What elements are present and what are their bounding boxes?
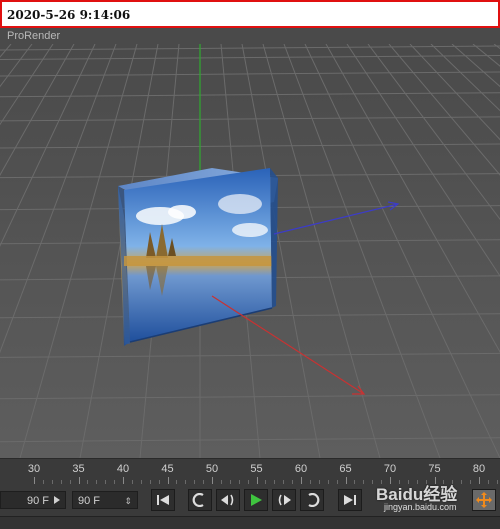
timeline-tick — [123, 477, 124, 484]
watermark-url: jingyan.baidu.com — [384, 502, 457, 512]
timeline-tick-label: 80 — [472, 463, 486, 475]
timeline-tick-label: 35 — [72, 463, 85, 475]
stepper-icon[interactable]: ⇕ — [124, 492, 132, 510]
play-icon — [251, 494, 262, 506]
viewport-scene — [0, 44, 500, 458]
timeline-tick — [167, 477, 169, 484]
timeline-tick — [34, 477, 35, 484]
prev-frame-button[interactable] — [216, 489, 240, 511]
timeline-tick — [345, 477, 347, 484]
end-frame-value: 90 F — [78, 495, 101, 507]
next-key-button[interactable] — [300, 489, 324, 511]
timeline-tick — [78, 477, 80, 484]
prev-key-icon — [192, 493, 204, 507]
timeline-tick-label: 70 — [383, 463, 397, 475]
play-button[interactable] — [244, 489, 268, 511]
timeline-tick — [212, 477, 213, 484]
last-frame-icon — [344, 495, 356, 505]
next-key-icon — [308, 493, 320, 507]
timeline-tick-label: 60 — [294, 463, 308, 475]
next-frame-button[interactable] — [272, 489, 296, 511]
datetime-stamp: 2020-5-26 9:14:06 — [0, 0, 500, 28]
watermark: Baidu经验 jingyan.baidu.com — [376, 478, 500, 520]
timeline-tick-label: 30 — [27, 463, 41, 475]
timeline-tick — [301, 477, 302, 484]
3d-viewport[interactable] — [0, 44, 500, 458]
next-frame-icon — [278, 494, 291, 506]
timeline-tick-label: 55 — [250, 463, 263, 475]
go-to-start-button[interactable] — [151, 489, 175, 511]
timeline-tick-label: 65 — [339, 463, 352, 475]
first-frame-icon — [157, 495, 169, 505]
timeline-tick-label: 40 — [116, 463, 130, 475]
timeline-tick-label: 45 — [161, 463, 174, 475]
go-to-end-button[interactable] — [338, 489, 362, 511]
timeline-tick-label: 75 — [428, 463, 441, 475]
prev-frame-icon — [221, 494, 234, 506]
prev-key-button[interactable] — [188, 489, 212, 511]
timeline-tick-label: 50 — [205, 463, 219, 475]
start-frame-arrow-icon[interactable] — [54, 496, 60, 504]
end-frame-field[interactable]: 90 F ⇕ — [72, 491, 138, 509]
timeline-tick — [256, 477, 258, 484]
viewport-title: ProRender — [0, 28, 500, 44]
